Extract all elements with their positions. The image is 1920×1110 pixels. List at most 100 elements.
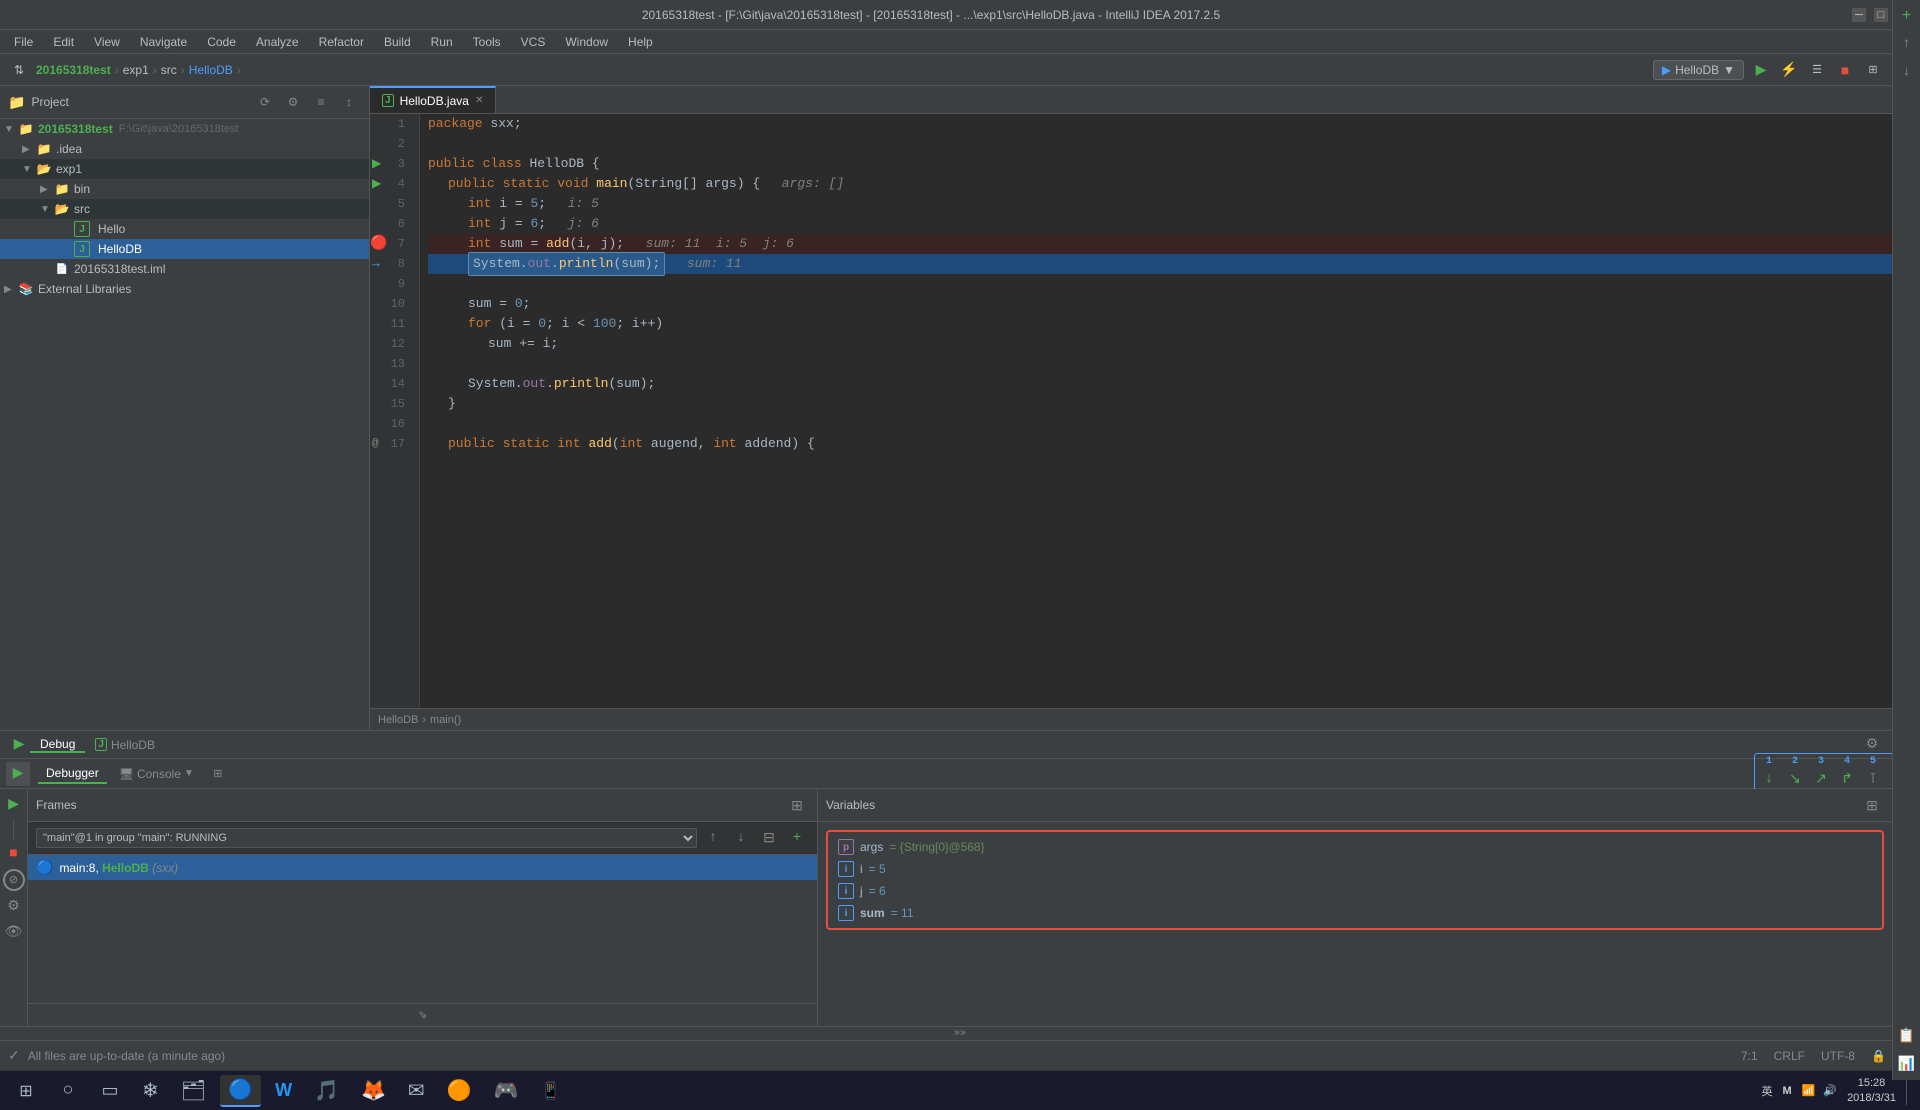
debugger-tab[interactable]: Debugger (38, 764, 107, 784)
taskbar-app-game[interactable]: 🎮 (486, 1075, 527, 1107)
tree-item-src[interactable]: ▼ 📂 src (0, 199, 369, 219)
cursor-position[interactable]: 7:1 (1741, 1049, 1758, 1063)
frames-add-btn[interactable]: + (785, 826, 809, 850)
frames-down-btn[interactable]: ↓ (729, 826, 753, 850)
build-button[interactable]: ⊞ (1862, 59, 1884, 81)
var-args[interactable]: p args = {String[0]@568} (832, 836, 1878, 858)
menu-build[interactable]: Build (376, 33, 419, 51)
variables-restore-btn[interactable]: ⊞ (1860, 793, 1884, 817)
thread-selector[interactable]: "main"@1 in group "main": RUNNING (36, 828, 697, 848)
taskbar-app-mail[interactable]: ✉ (400, 1075, 433, 1107)
step-out-btn[interactable]: ↗ (1809, 767, 1833, 791)
frame-item-main[interactable]: 🔵 main:8, HelloDB (sxx) (28, 855, 817, 880)
evaluate-btn[interactable]: ⊺ (1861, 767, 1885, 791)
taskbar-app-2[interactable]: 🗂 (173, 1075, 214, 1107)
debug-tab-debug[interactable]: Debug (30, 737, 85, 753)
frames-filter-btn[interactable]: ⊟ (757, 826, 781, 850)
var-j[interactable]: i j = 6 (832, 880, 1878, 902)
debug-button[interactable]: ⚡ (1778, 59, 1800, 81)
debug-settings-strip[interactable]: ⚙ (3, 895, 25, 917)
console-tab[interactable]: 🖥 Console ▼ (111, 765, 202, 783)
taskbar-app-music[interactable]: 🎵 (306, 1075, 347, 1107)
menu-refactor[interactable]: Refactor (311, 33, 372, 51)
debug-stop-strip[interactable]: ■ (3, 843, 25, 865)
console-arrow[interactable]: ▼ (184, 768, 194, 779)
code-line-3: public class HelloDB { (428, 154, 1900, 174)
stop-button[interactable]: ■ (1834, 59, 1856, 81)
menu-view[interactable]: View (86, 33, 128, 51)
run-to-cursor-btn[interactable]: ↱ (1835, 767, 1859, 791)
breadcrumb-class[interactable]: HelloDB (189, 63, 233, 77)
breadcrumb-project[interactable]: 20165318test (36, 63, 111, 77)
debug-resume-btn[interactable]: ▶ (8, 734, 30, 756)
breadcrumb-module[interactable]: exp1 (123, 63, 149, 77)
breadcrumb-src[interactable]: src (161, 63, 177, 77)
taskbar-show-desktop[interactable] (1906, 1077, 1912, 1105)
sidebar-sync[interactable]: ⟳ (253, 90, 277, 114)
code-content[interactable]: package sxx; public class HelloDB { publ… (420, 114, 1908, 708)
step-btn-1-group: 1 ↓ (1757, 756, 1781, 791)
tree-item-hello[interactable]: J Hello (0, 219, 369, 239)
line-ending[interactable]: CRLF (1774, 1049, 1805, 1063)
var-sum[interactable]: i sum = 11 (832, 902, 1878, 924)
breadcrumb-method-name[interactable]: main() (430, 714, 461, 726)
taskbar-app-phone[interactable]: 📱 (532, 1075, 568, 1107)
code-line-11: for (i = 0; i < 100; i++) (428, 314, 1900, 334)
debug-mute-strip[interactable]: ⊘ (3, 869, 25, 891)
step-into-btn[interactable]: ↓ (1757, 767, 1781, 791)
menu-edit[interactable]: Edit (45, 33, 82, 51)
taskbar-app-1[interactable]: ❄ (134, 1075, 167, 1107)
breadcrumb-class-name[interactable]: HelloDB (378, 714, 418, 726)
menu-code[interactable]: Code (199, 33, 244, 51)
menu-run[interactable]: Run (423, 33, 461, 51)
start-button[interactable]: ⊞ (8, 1075, 44, 1107)
tree-item-extlibs[interactable]: ▶ 📚 External Libraries (0, 279, 369, 299)
tree-item-hellodb[interactable]: J HelloDB (0, 239, 369, 259)
menu-window[interactable]: Window (557, 33, 616, 51)
tree-item-exp1[interactable]: ▼ 📂 exp1 (0, 159, 369, 179)
taskbar-app-ubuntu[interactable]: 🟠 (439, 1075, 480, 1107)
menu-analyze[interactable]: Analyze (248, 33, 307, 51)
encoding[interactable]: UTF-8 (1821, 1049, 1855, 1063)
tab-hellodb[interactable]: J HelloDB.java ✕ (370, 86, 496, 113)
menu-file[interactable]: File (6, 33, 41, 51)
taskbar-ime[interactable]: M (1782, 1085, 1791, 1097)
tree-item-bin[interactable]: ▶ 📁 bin (0, 179, 369, 199)
menu-tools[interactable]: Tools (465, 33, 509, 51)
sidebar-settings[interactable]: ⚙ (281, 90, 305, 114)
frames-restore-btn[interactable]: ⊞ (785, 793, 809, 817)
tab-close-icon[interactable]: ✕ (475, 95, 483, 106)
step-num-3: 3 (1818, 756, 1824, 767)
search-button[interactable]: ○ (50, 1075, 86, 1107)
tree-item-iml[interactable]: 📄 20165318test.iml (0, 259, 369, 279)
code-editor[interactable]: 1 2 ▶ 3 ▶ 4 5 6 🔴 7 (370, 114, 1920, 708)
tree-item-root[interactable]: ▼ 📁 20165318test F:\Git\java\20165318tes… (0, 119, 369, 139)
restore-layout-btn[interactable]: ⊞ (206, 762, 230, 786)
step-over-btn[interactable]: ↘ (1783, 767, 1807, 791)
debug-tab-hellodb[interactable]: J HelloDB (85, 738, 165, 752)
debug-inspect-strip[interactable]: 👁 (3, 921, 25, 943)
menu-navigate[interactable]: Navigate (132, 33, 195, 51)
frames-expand-btn[interactable]: ⇘ (28, 1003, 817, 1026)
task-view-button[interactable]: ▭ (92, 1075, 128, 1107)
taskbar-app-idea[interactable]: 🔵 (220, 1075, 261, 1107)
taskbar-app-word[interactable]: W (267, 1075, 300, 1107)
maximize-button[interactable]: □ (1874, 8, 1888, 22)
debug-resume-strip[interactable]: ▶ (3, 793, 25, 815)
debug-play-btn[interactable]: ▶ (6, 762, 30, 786)
menu-vcs[interactable]: VCS (513, 33, 554, 51)
run-config-selector[interactable]: ▶ HelloDB ▼ (1653, 60, 1744, 80)
sync-button[interactable]: ⇅ (8, 59, 30, 81)
taskbar-lang[interactable]: 英 (1761, 1083, 1772, 1099)
coverage-button[interactable]: ☰ (1806, 59, 1828, 81)
debug-expand-handle[interactable]: »» (0, 1026, 1920, 1040)
minimize-button[interactable]: ─ (1852, 8, 1866, 22)
run-button[interactable]: ▶ (1750, 59, 1772, 81)
frames-up-btn[interactable]: ↑ (701, 826, 725, 850)
taskbar-app-firefox[interactable]: 🦊 (353, 1075, 394, 1107)
menu-help[interactable]: Help (620, 33, 661, 51)
sidebar-collapse[interactable]: ≡ (309, 90, 333, 114)
sidebar-expand[interactable]: ↕ (337, 90, 361, 114)
var-i[interactable]: i i = 5 (832, 858, 1878, 880)
tree-item-idea[interactable]: ▶ 📁 .idea (0, 139, 369, 159)
